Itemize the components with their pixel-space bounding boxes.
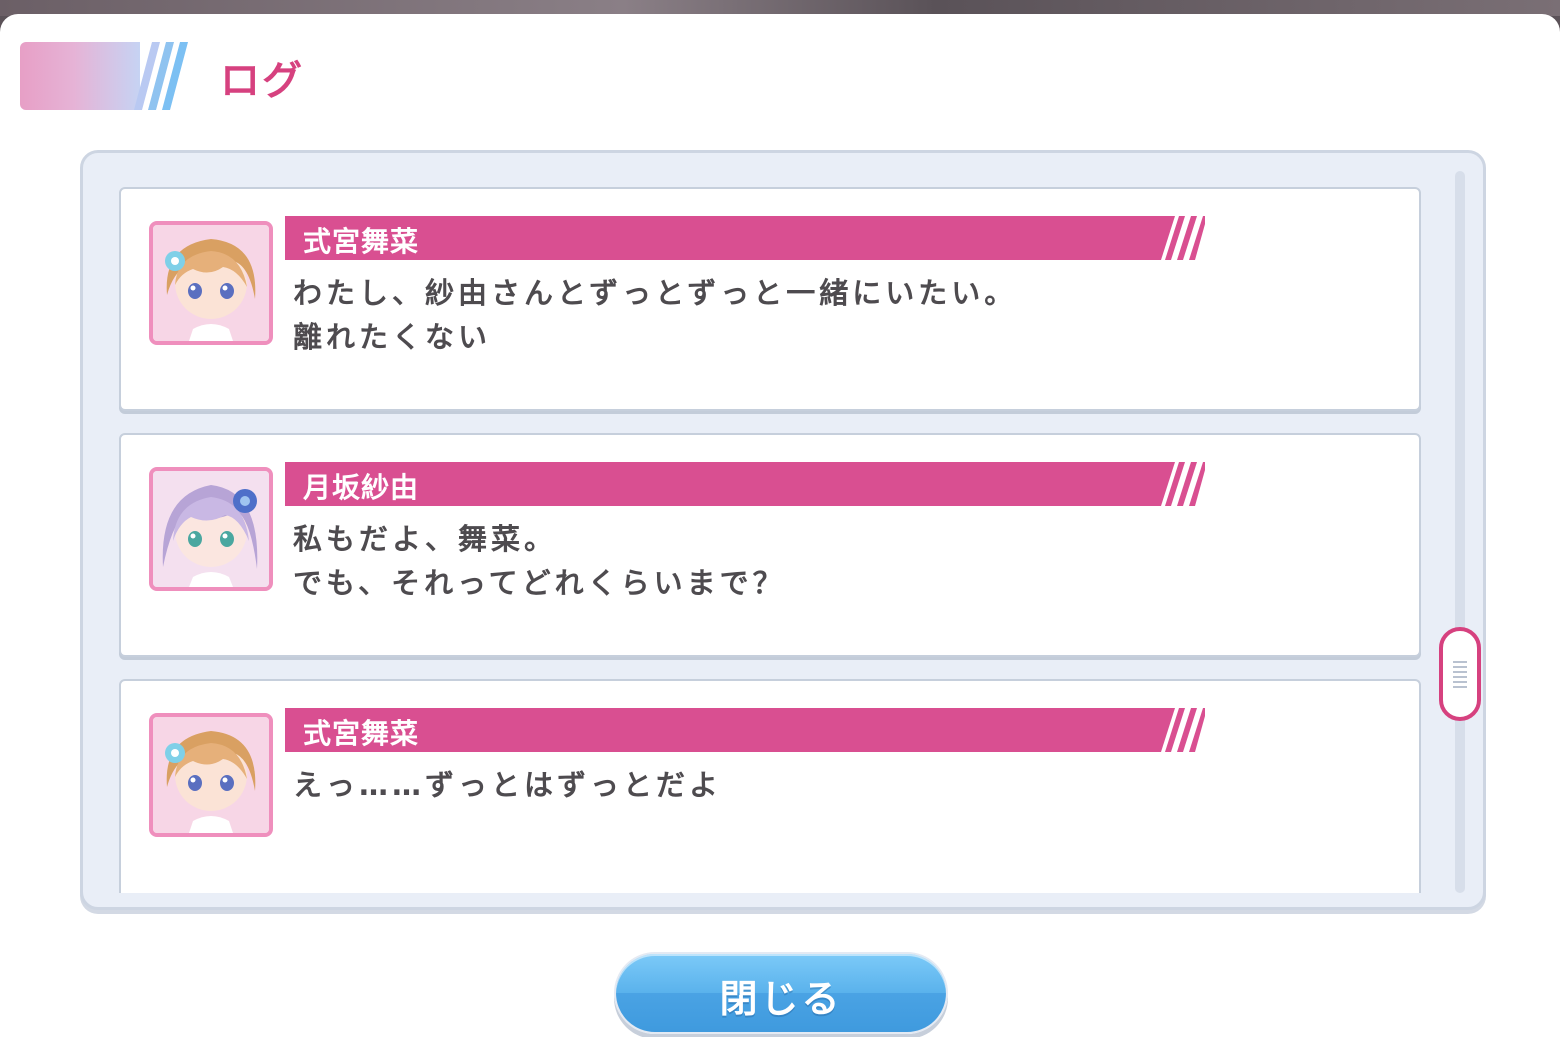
message-line: 私もだよ、舞菜。	[293, 522, 558, 556]
message-text: えっ……ずっとはずっとだよ	[293, 763, 1293, 807]
message-text: わたし、紗由さんとずっとずっと一緒にいたい。 離れたくない	[293, 271, 1293, 359]
scrollbar-handle[interactable]	[1439, 627, 1481, 721]
speaker-name-bar: 月坂紗由	[285, 462, 1205, 506]
grip-icon	[1453, 661, 1467, 689]
speaker-name: 式宮舞菜	[303, 717, 420, 750]
speaker-name-bar: 式宮舞菜	[285, 216, 1205, 260]
log-frame: 式宮舞菜 わたし、紗由さんとずっとずっと一緒にいたい。 離れたくない 月坂紗由 …	[80, 150, 1486, 910]
message-text: 私もだよ、舞菜。 でも、それってどれくらいまで？	[293, 517, 1293, 605]
title-decoration	[20, 42, 190, 110]
log-entry: 式宮舞菜 わたし、紗由さんとずっとずっと一緒にいたい。 離れたくない	[119, 187, 1421, 411]
log-entry: 月坂紗由 私もだよ、舞菜。 でも、それってどれくらいまで？	[119, 433, 1421, 657]
message-line: 離れたくない	[293, 320, 492, 354]
message-line: でも、それってどれくらいまで？	[293, 566, 786, 600]
close-button-label: 閉じる	[719, 977, 843, 1021]
dialog-title: ログ	[220, 58, 304, 104]
speaker-name: 月坂紗由	[303, 471, 420, 504]
close-button[interactable]: 閉じる	[614, 952, 948, 1034]
speaker-name: 式宮舞菜	[303, 225, 420, 258]
message-line: えっ……ずっとはずっとだよ	[293, 768, 723, 802]
character-avatar-maina-icon	[149, 713, 273, 837]
log-list[interactable]: 式宮舞菜 わたし、紗由さんとずっとずっと一緒にいたい。 離れたくない 月坂紗由 …	[119, 187, 1425, 893]
message-line: わたし、紗由さんとずっとずっと一緒にいたい。	[293, 276, 1018, 310]
log-dialog: ログ 式宮舞菜 わたし、紗由さんとずっとずっと一緒にいたい。 離れたくない 月坂…	[0, 14, 1560, 1037]
character-avatar-sayu-icon	[149, 467, 273, 591]
speaker-name-bar: 式宮舞菜	[285, 708, 1205, 752]
log-entry: 式宮舞菜 えっ……ずっとはずっとだよ	[119, 679, 1421, 893]
scrollbar-track[interactable]	[1455, 171, 1465, 893]
character-avatar-maina-icon	[149, 221, 273, 345]
